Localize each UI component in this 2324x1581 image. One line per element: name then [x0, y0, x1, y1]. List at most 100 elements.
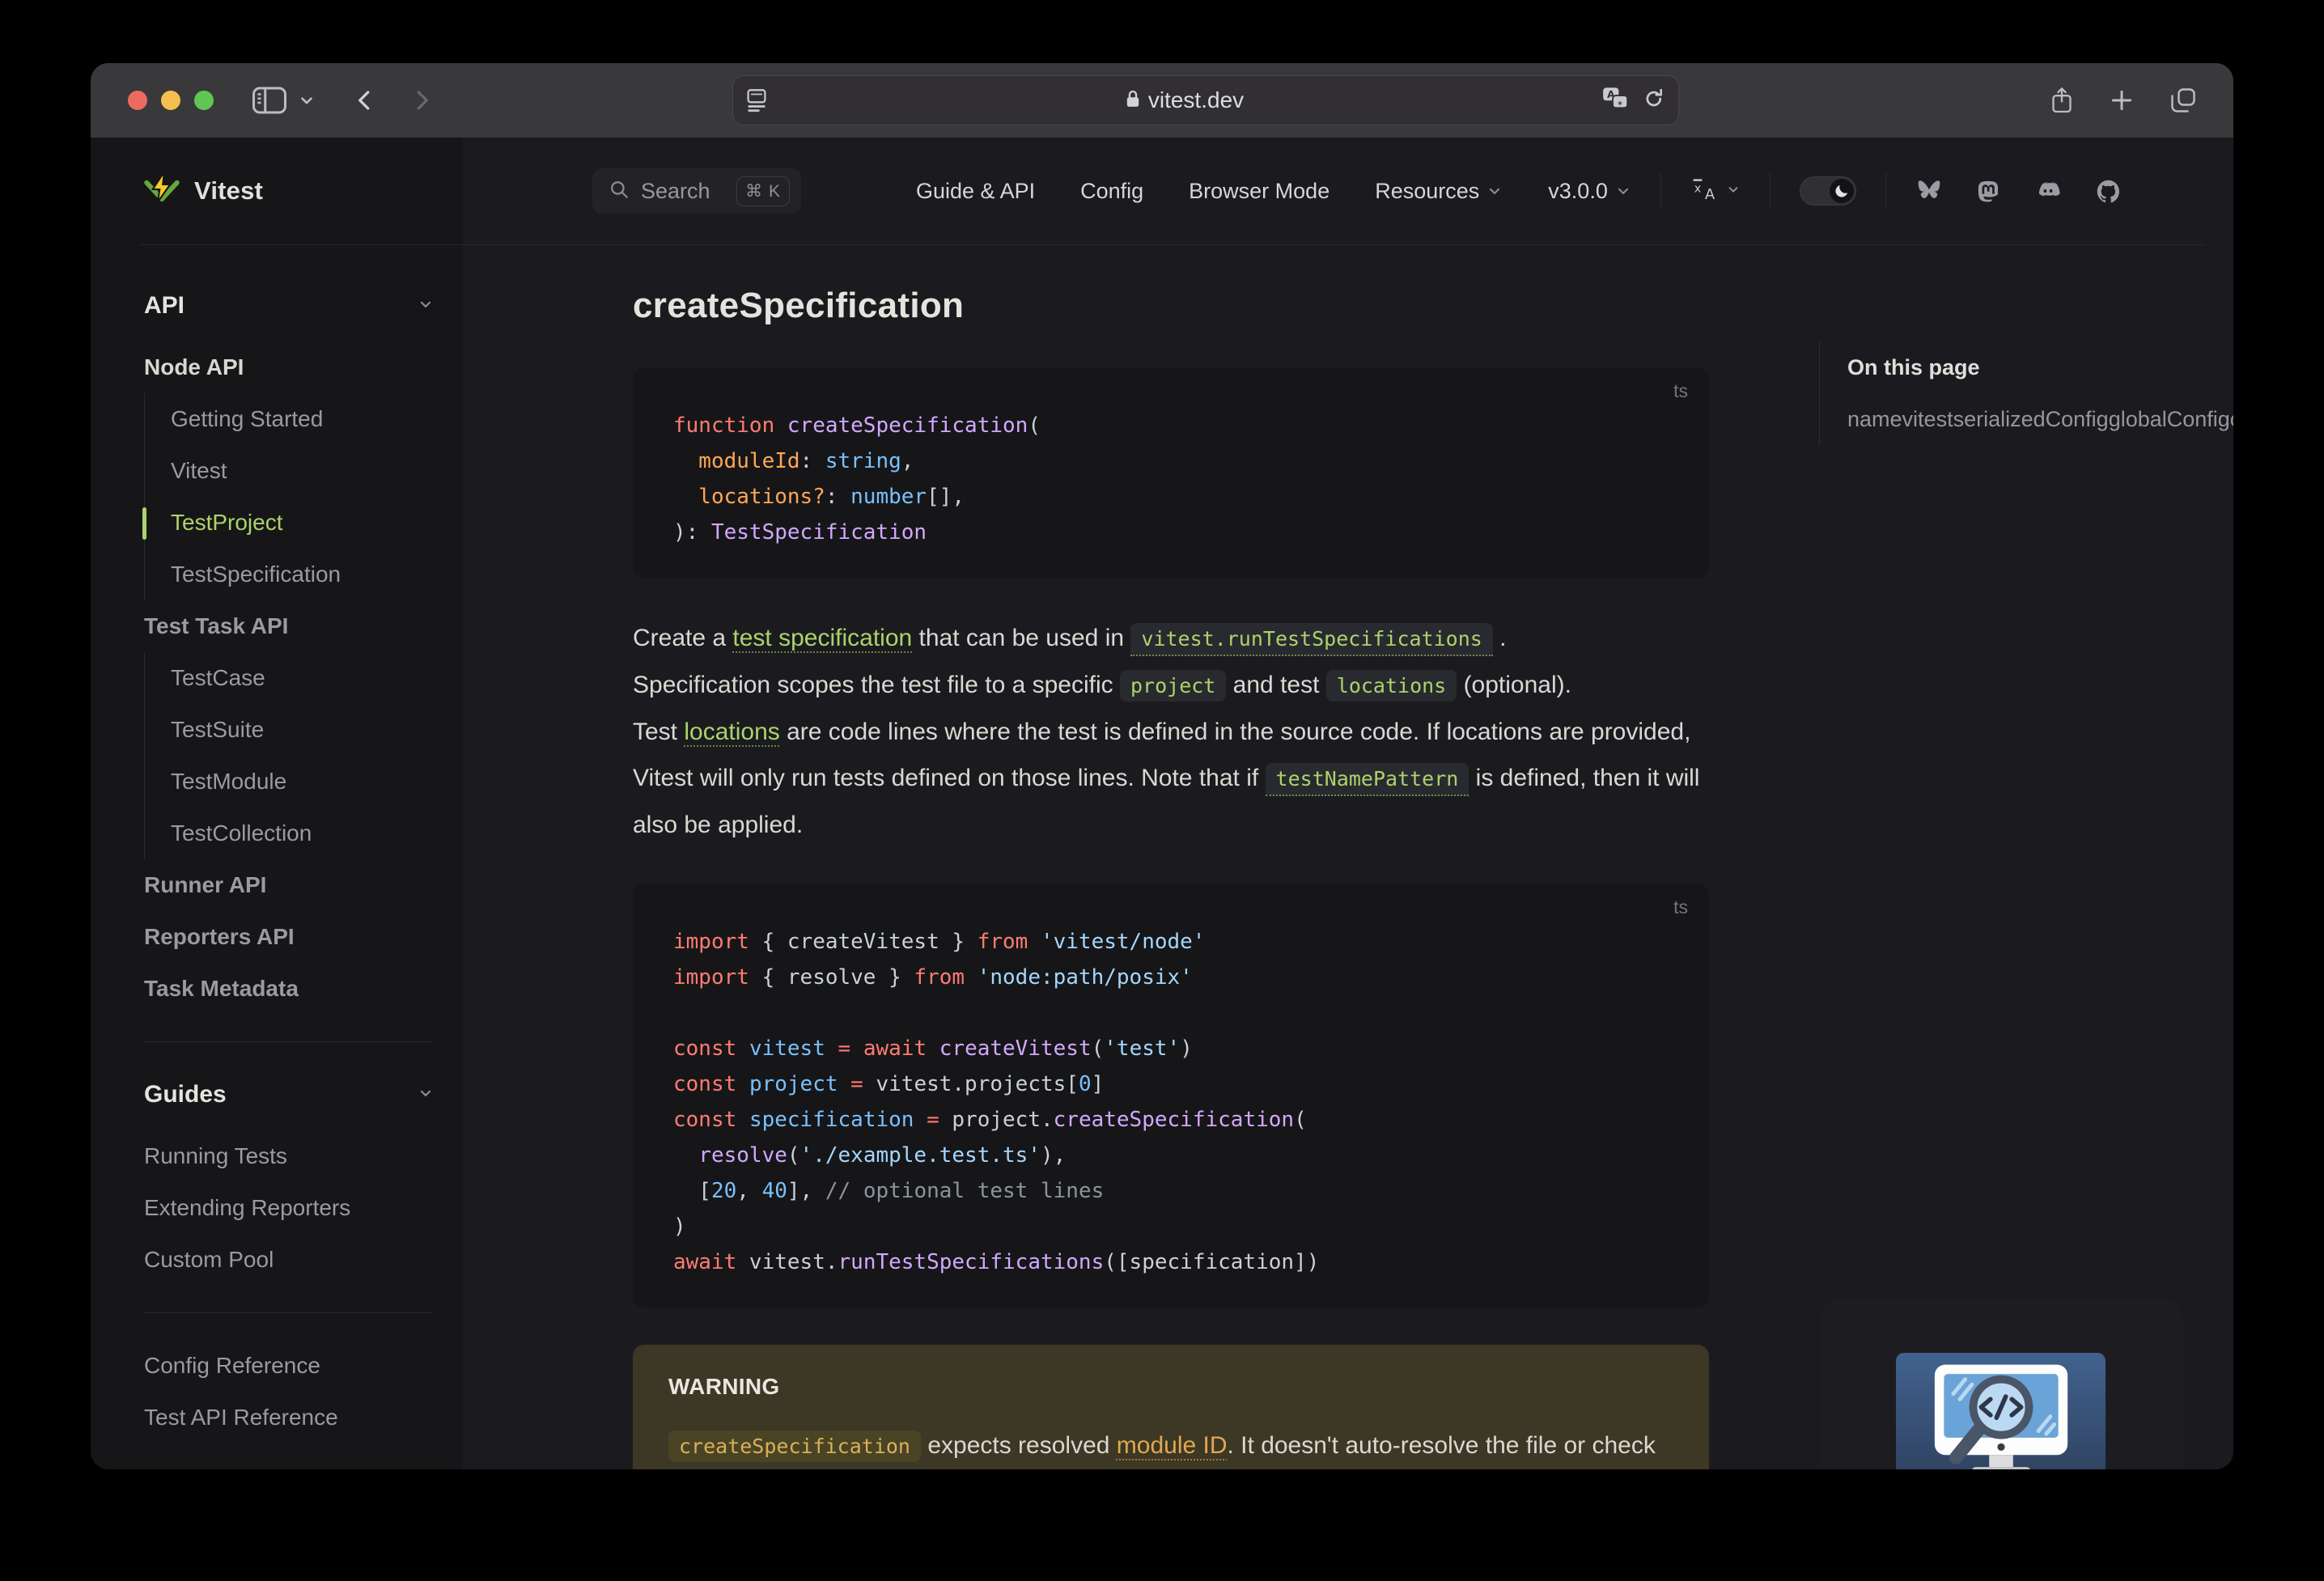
page-content: createSpecification ts function createSp… [463, 244, 2233, 1469]
theme-toggle-moon-icon [1829, 179, 1854, 203]
mastodon-icon[interactable] [1975, 178, 2001, 204]
code-line: await vitest.runTestSpecifications([spec… [673, 1250, 1320, 1274]
sidebar-item-getting-started[interactable]: Getting Started [171, 393, 442, 445]
code-lang-badge: ts [1673, 896, 1688, 918]
back-icon[interactable] [353, 87, 377, 114]
sidebar-item-config-reference[interactable]: Config Reference [144, 1340, 442, 1392]
browser-window: vitest.dev A ⁎ Vitest API Node API Getti… [91, 63, 2233, 1469]
zoom-window-button[interactable] [194, 91, 214, 110]
text-run: Specification scopes the test file to a … [633, 672, 1120, 698]
text-run: and test [1226, 672, 1326, 698]
reader-icon[interactable] [746, 88, 767, 112]
nav-dropdown-v3-0-0[interactable]: v3.0.0 [1548, 179, 1631, 204]
sidebar-toggle-icon[interactable] [252, 87, 286, 114]
search-shortcut: ⌘ K [736, 176, 790, 206]
chevron-down-icon [1726, 182, 1741, 201]
sidebar-header-test-task-api[interactable]: Test Task API [144, 600, 442, 652]
toc-item-globalconfig[interactable]: globalConfig [2109, 407, 2230, 431]
search-icon [609, 179, 630, 204]
sidebar-header-runner-api[interactable]: Runner API [144, 859, 442, 911]
sidebar-item-testproject[interactable]: TestProject [142, 497, 442, 549]
sidebar-section-api[interactable]: API [144, 280, 442, 332]
text-run: (optional). [1457, 672, 1571, 698]
chevron-down-icon[interactable] [298, 91, 316, 109]
reload-icon[interactable] [1643, 87, 1665, 115]
forward-icon[interactable] [409, 87, 434, 114]
sidebar-header-task-metadata[interactable]: Task Metadata [144, 963, 442, 1015]
toc-item-config[interactable]: config [2230, 407, 2233, 431]
warning-callout: WARNING createSpecification expects reso… [633, 1345, 1709, 1469]
sidebar-item-test-api-reference[interactable]: Test API Reference [144, 1392, 442, 1443]
code-line: [20, 40], // optional test lines [673, 1179, 1105, 1203]
sidebar-item-testspecification[interactable]: TestSpecification [171, 549, 442, 600]
vitest-site: Vitest API Node API Getting Started Vitest T… [91, 138, 2233, 1469]
warning-body: createSpecification expects resolved mod… [668, 1422, 1673, 1469]
code-line: import { createVitest } from 'vitest/nod… [673, 930, 1206, 954]
toc-list: namevitestserializedConfigglobalConfigco… [1847, 393, 2233, 445]
vitest-logo-icon [142, 170, 181, 213]
sidebar-item-running-tests[interactable]: Running Tests [144, 1130, 442, 1182]
svg-text:x: x [1694, 182, 1702, 195]
bluesky-icon[interactable] [1915, 178, 1943, 204]
nav-dropdown-resources[interactable]: Resources [1375, 179, 1503, 204]
sidebar-item-testmodule[interactable]: TestModule [171, 756, 442, 807]
toc-item-vitest[interactable]: vitest [1902, 407, 1953, 431]
sidebar-item-testcollection[interactable]: TestCollection [171, 807, 442, 859]
toc-rail: On this page namevitestserializedConfigg… [1819, 341, 2233, 446]
sidebar-item-custom-pool[interactable]: Custom Pool [144, 1234, 442, 1286]
code-search-monitor-icon [1908, 1353, 2094, 1469]
warning-title: WARNING [668, 1374, 780, 1399]
discord-icon[interactable] [2034, 178, 2063, 204]
code-line: resolve('./example.test.ts'), [698, 1143, 1067, 1168]
theme-toggle[interactable] [1799, 176, 1856, 206]
inline-code-link-testnamepattern[interactable]: testNamePattern [1265, 763, 1469, 796]
nav-link-browser-mode[interactable]: Browser Mode [1189, 179, 1330, 204]
description-paragraph: Create a test specification that can be … [633, 615, 1709, 848]
link-module-id[interactable]: module ID [1117, 1432, 1228, 1459]
code-line: const project = vitest.projects[0] [673, 1072, 1105, 1096]
svg-text:A: A [1705, 186, 1715, 202]
toc-item-serializedconfig[interactable]: serializedConfig [1953, 407, 2109, 431]
site-logo[interactable]: Vitest [91, 138, 463, 244]
site-logo-text: Vitest [194, 176, 264, 205]
sidebar-item-extending-reporters[interactable]: Extending Reporters [144, 1182, 442, 1234]
toc-item-name[interactable]: name [1847, 407, 1902, 431]
nav-separator [1885, 173, 1886, 209]
sidebar-header-node-api[interactable]: Node API [144, 341, 442, 393]
code-line: ) [673, 1214, 686, 1239]
sidebar-section-guides[interactable]: Guides [144, 1069, 442, 1121]
sidebar-divider [144, 1041, 432, 1042]
address-bar[interactable]: vitest.dev A ⁎ [732, 75, 1679, 125]
sidebar-item-testcase[interactable]: TestCase [171, 652, 442, 704]
close-window-button[interactable] [128, 91, 147, 110]
nav-link-guide-api[interactable]: Guide & API [916, 179, 1035, 204]
text-run: Create a [633, 625, 733, 651]
inline-code-link-vitest-runtestspecifications[interactable]: vitest.runTestSpecifications [1130, 623, 1493, 656]
ad-card[interactable] [1821, 1299, 2182, 1469]
text-run: . It doesn't auto-resolve the file or ch… [1227, 1432, 1656, 1459]
translate-icon[interactable]: A ⁎ [1602, 87, 1630, 115]
code-block-signature: ts function createSpecification( moduleI… [633, 367, 1709, 578]
share-icon[interactable] [2050, 86, 2073, 115]
new-tab-icon[interactable] [2109, 87, 2135, 113]
language-menu[interactable]: xA [1690, 176, 1741, 206]
nav-link-config[interactable]: Config [1080, 179, 1143, 204]
github-icon[interactable] [2095, 178, 2122, 205]
url-text: vitest.dev [1147, 87, 1245, 112]
code-line: function createSpecification( [673, 413, 1041, 438]
sidebar-item-vitest[interactable]: Vitest [171, 445, 442, 497]
link-test-specification[interactable]: test specification [732, 625, 912, 651]
nav-separator [1769, 173, 1771, 209]
sidebar-item-testsuite[interactable]: TestSuite [171, 704, 442, 756]
sidebar-header-reporters-api[interactable]: Reporters API [144, 911, 442, 963]
svg-text:⁎: ⁎ [1618, 98, 1622, 107]
sidebar-divider [144, 1312, 432, 1313]
tab-overview-icon[interactable] [2170, 87, 2196, 113]
code-line: const specification = project.createSpec… [673, 1108, 1307, 1132]
inline-code-locations: locations [1325, 670, 1457, 701]
social-links [1915, 178, 2122, 205]
search-button[interactable]: Search ⌘ K [592, 168, 801, 214]
link-locations[interactable]: locations [684, 718, 779, 745]
minimize-window-button[interactable] [161, 91, 180, 110]
